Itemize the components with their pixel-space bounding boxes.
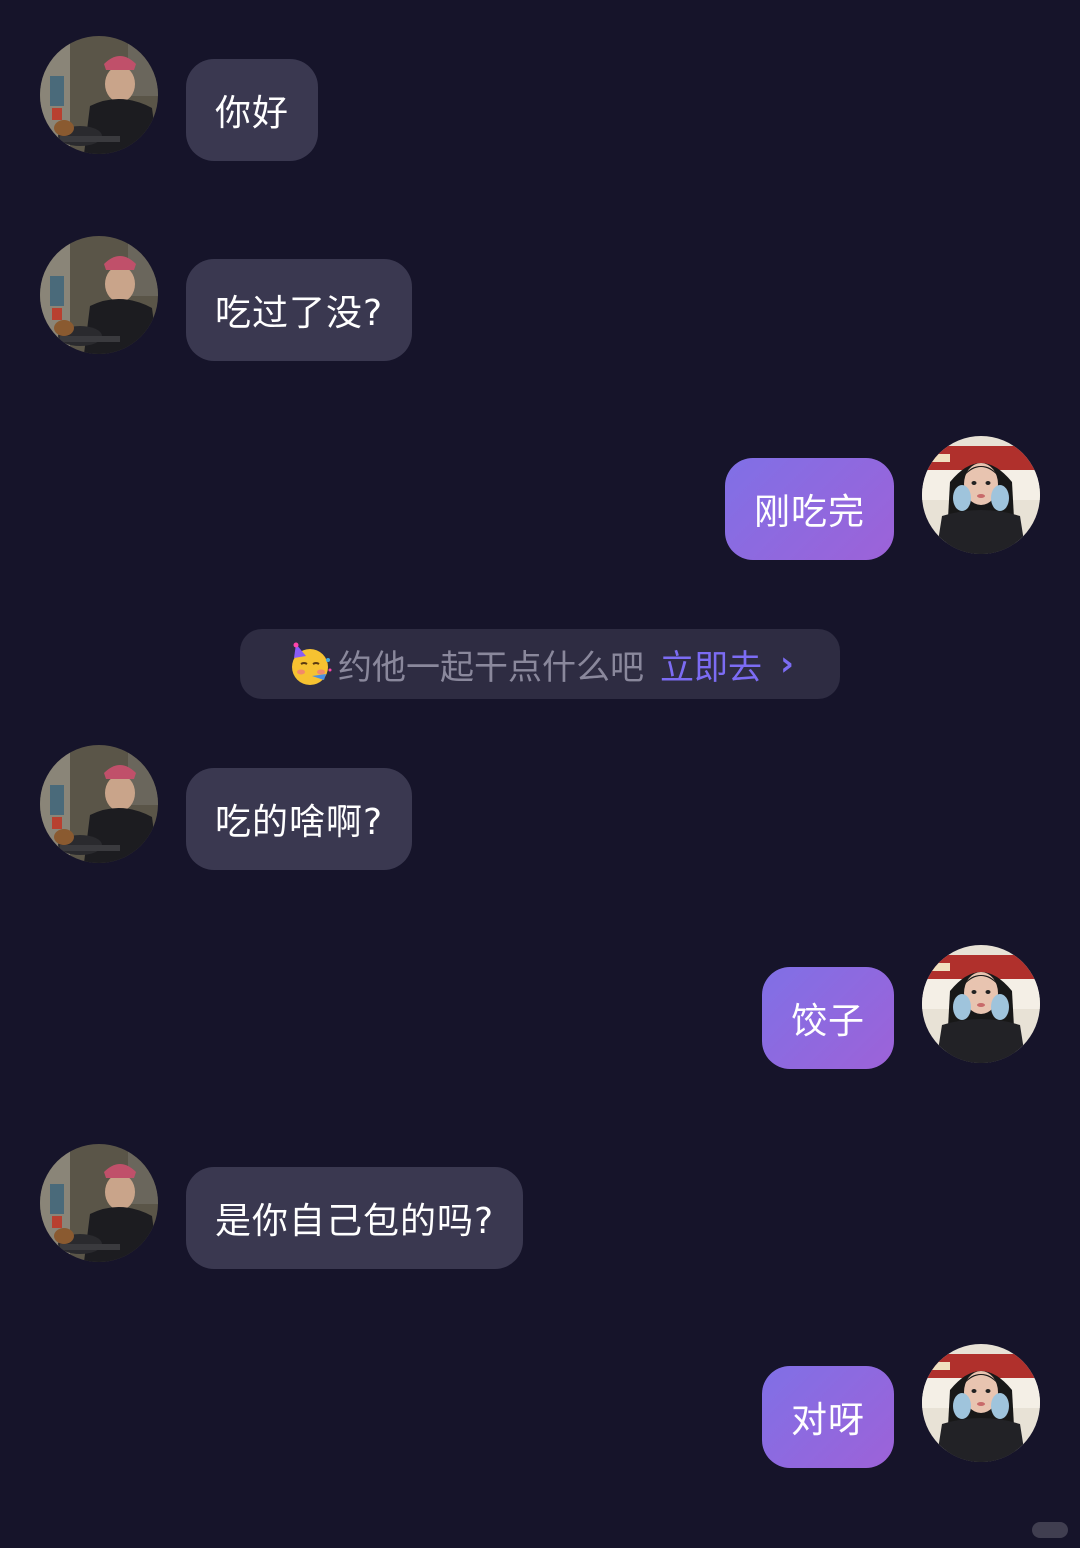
avatar-contact[interactable] (40, 236, 158, 354)
avatar-contact[interactable] (40, 745, 158, 863)
message-row-incoming: 是你自己包的吗? (0, 1144, 1080, 1269)
message-row-incoming: 吃的啥啊? (0, 745, 1080, 870)
message-bubble-incoming[interactable]: 吃过了没? (186, 259, 413, 361)
suggestion-prompt: 约他一起干点什么吧 (337, 647, 644, 688)
message-bubble-incoming[interactable]: 是你自己包的吗? (186, 1167, 524, 1269)
activity-suggestion-banner[interactable]: 约他一起干点什么吧 立即去 › (240, 629, 840, 699)
message-bubble-outgoing[interactable]: 饺子 (761, 967, 894, 1069)
message-row-incoming: 你好 (0, 36, 1080, 161)
go-now-link[interactable]: 立即去 (660, 640, 762, 689)
chat-thread: 你好 吃过了没? 刚吃完 约他一起干点什么吧 立即去 › 吃的啥啊? 饺子 是你… (0, 0, 1080, 1548)
message-bubble-incoming[interactable]: 吃的啥啊? (186, 768, 413, 870)
message-row-incoming: 吃过了没? (0, 236, 1080, 361)
party-face-icon (291, 642, 332, 685)
message-row-outgoing: 饺子 (0, 945, 1080, 1069)
message-bubble-outgoing[interactable]: 对呀 (761, 1366, 894, 1468)
watermark (1032, 1522, 1068, 1538)
message-bubble-incoming[interactable]: 你好 (186, 59, 319, 161)
message-row-outgoing: 刚吃完 (0, 436, 1080, 560)
avatar-self[interactable] (922, 436, 1040, 554)
message-row-outgoing: 对呀 (0, 1344, 1080, 1468)
avatar-contact[interactable] (40, 36, 158, 154)
avatar-self[interactable] (922, 945, 1040, 1063)
avatar-self[interactable] (922, 1344, 1040, 1462)
avatar-contact[interactable] (40, 1144, 158, 1262)
chevron-right-icon[interactable]: › (780, 644, 794, 684)
message-bubble-outgoing[interactable]: 刚吃完 (724, 458, 894, 560)
